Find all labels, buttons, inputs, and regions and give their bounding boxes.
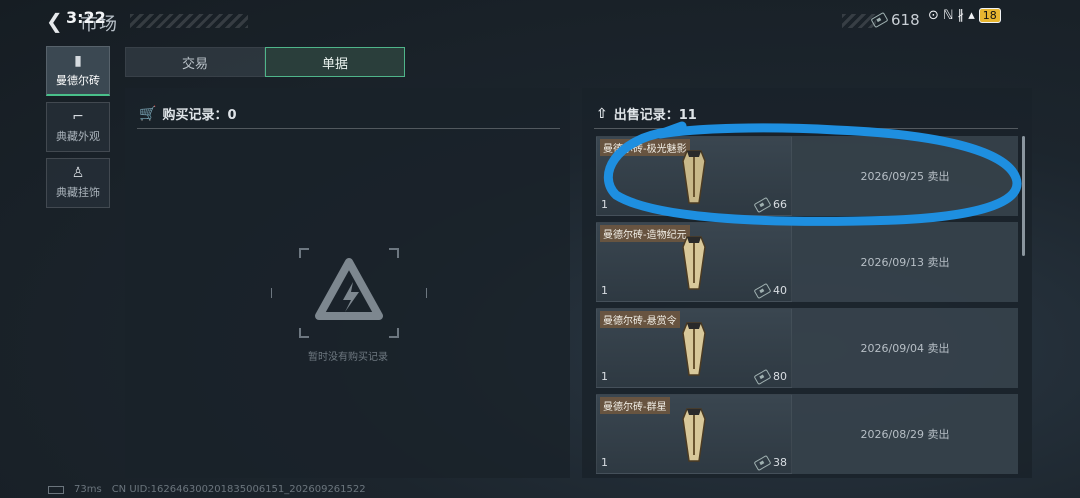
sales-title: 出售记录：11: [613, 108, 697, 123]
price-value: 40: [773, 284, 787, 297]
battery-icon: 18: [978, 8, 1001, 23]
currency-value: 618: [891, 11, 920, 29]
ticket-icon: [870, 11, 889, 29]
divider: [137, 128, 560, 129]
list-item[interactable]: 曼德尔砖-悬赏令 1 80 2026/09/04 卖出: [596, 308, 1018, 388]
scrollbar[interactable]: [1022, 136, 1025, 256]
category-nav: ▮ 曼德尔砖 ⌐ 典藏外观 ♙ 典藏挂饰: [46, 46, 112, 214]
uid-text: CN UID:16264630020183500​6151_2026092615…: [111, 484, 366, 495]
purchase-records-panel: 🛒 购买记录：0 暂时没有购买记录: [125, 88, 570, 478]
sales-records-panel: ⇧ 出售记录：11 曼德尔砖-极光魅影 1 66 2026/09/25 卖出 曼…: [582, 88, 1032, 478]
brick-item-icon: [682, 322, 706, 376]
brick-item-icon: [682, 150, 706, 204]
currency-display: 618: [870, 11, 920, 29]
item-quantity: 1: [601, 284, 608, 297]
item-price: 38: [753, 454, 787, 471]
tab-orders[interactable]: 单据: [265, 47, 405, 77]
device-battery-icon: [48, 485, 64, 494]
item-name: 曼德尔砖-造物纪元: [600, 225, 690, 242]
title-decoration: [130, 14, 248, 28]
sales-list[interactable]: 曼德尔砖-极光魅影 1 66 2026/09/25 卖出 曼德尔砖-造物纪元 1…: [596, 136, 1018, 476]
list-item[interactable]: 曼德尔砖-极光魅影 1 66 2026/09/25 卖出: [596, 136, 1018, 216]
ticket-icon: [753, 454, 772, 471]
ticket-icon: [753, 196, 772, 213]
ticket-icon: [753, 368, 772, 385]
item-price: 40: [753, 282, 787, 299]
nav-item-label: 典藏挂饰: [56, 186, 100, 199]
nav-item-mandel-brick[interactable]: ▮ 曼德尔砖: [46, 46, 110, 96]
tab-trade[interactable]: 交易: [125, 47, 265, 77]
system-status-icons: ⊙ ℕ ∦ ▴ 18: [928, 8, 1001, 23]
list-item[interactable]: 曼德尔砖-造物纪元 1 40 2026/09/13 卖出: [596, 222, 1018, 302]
tab-bar: 交易 单据: [125, 47, 405, 77]
item-card[interactable]: 曼德尔砖-极光魅影 1 66: [596, 136, 792, 216]
item-quantity: 1: [601, 456, 608, 469]
sale-info: 2026/09/13 卖出: [792, 222, 1018, 302]
sale-info: 2026/09/04 卖出: [792, 308, 1018, 388]
item-name: 曼德尔砖-悬赏令: [600, 311, 680, 328]
game-logo-icon: [315, 258, 383, 320]
item-quantity: 1: [601, 370, 608, 383]
brick-item-icon: [682, 408, 706, 462]
price-value: 38: [773, 456, 787, 469]
purchase-header: 🛒 购买记录：0: [139, 104, 237, 124]
empty-frame: [271, 248, 427, 338]
nav-item-collection-skin[interactable]: ⌐ 典藏外观: [46, 102, 110, 152]
item-quantity: 1: [601, 198, 608, 211]
divider: [594, 128, 1018, 129]
brick-item-icon: [682, 236, 706, 290]
cart-icon: 🛒: [139, 105, 157, 122]
purchase-title: 购买记录：0: [162, 108, 237, 123]
price-value: 80: [773, 370, 787, 383]
empty-state: 暂时没有购买记录: [271, 248, 427, 368]
sale-info: 2026/08/29 卖出: [792, 394, 1018, 474]
charm-icon: ♙: [71, 165, 85, 181]
item-card[interactable]: 曼德尔砖-造物纪元 1 40: [596, 222, 792, 302]
brick-icon: ▮: [74, 52, 82, 69]
item-card[interactable]: 曼德尔砖-群星 1 38: [596, 394, 792, 474]
top-bar: ❮ 市场 3:22 618 ⊙ ℕ ∦ ▴ 18: [0, 0, 1080, 40]
nav-item-label: 曼德尔砖: [56, 73, 100, 87]
gun-icon: ⌐: [72, 109, 84, 125]
item-price: 80: [753, 368, 787, 385]
item-price: 66: [753, 196, 787, 213]
list-item[interactable]: 曼德尔砖-群星 1 38 2026/08/29 卖出: [596, 394, 1018, 474]
status-time: 3:22: [66, 8, 106, 27]
status-icons-text: ⊙ ℕ ∦ ▴: [928, 8, 975, 23]
ping-value: 73ms: [74, 484, 102, 495]
price-value: 66: [773, 198, 787, 211]
empty-message: 暂时没有购买记录: [308, 352, 388, 363]
nav-item-collection-charm[interactable]: ♙ 典藏挂饰: [46, 158, 110, 208]
ticket-icon: [753, 282, 772, 299]
item-name: 曼德尔砖-极光魅影: [600, 139, 690, 156]
sales-header: ⇧ 出售记录：11: [596, 104, 697, 124]
sale-info: 2026/09/25 卖出: [792, 136, 1018, 216]
sell-icon: ⇧: [596, 105, 608, 122]
nav-item-label: 典藏外观: [56, 130, 100, 143]
item-card[interactable]: 曼德尔砖-悬赏令 1 80: [596, 308, 792, 388]
item-name: 曼德尔砖-群星: [600, 397, 670, 414]
footer-bar: 73ms CN UID:16264630020183500​6151_20260…: [48, 484, 366, 495]
